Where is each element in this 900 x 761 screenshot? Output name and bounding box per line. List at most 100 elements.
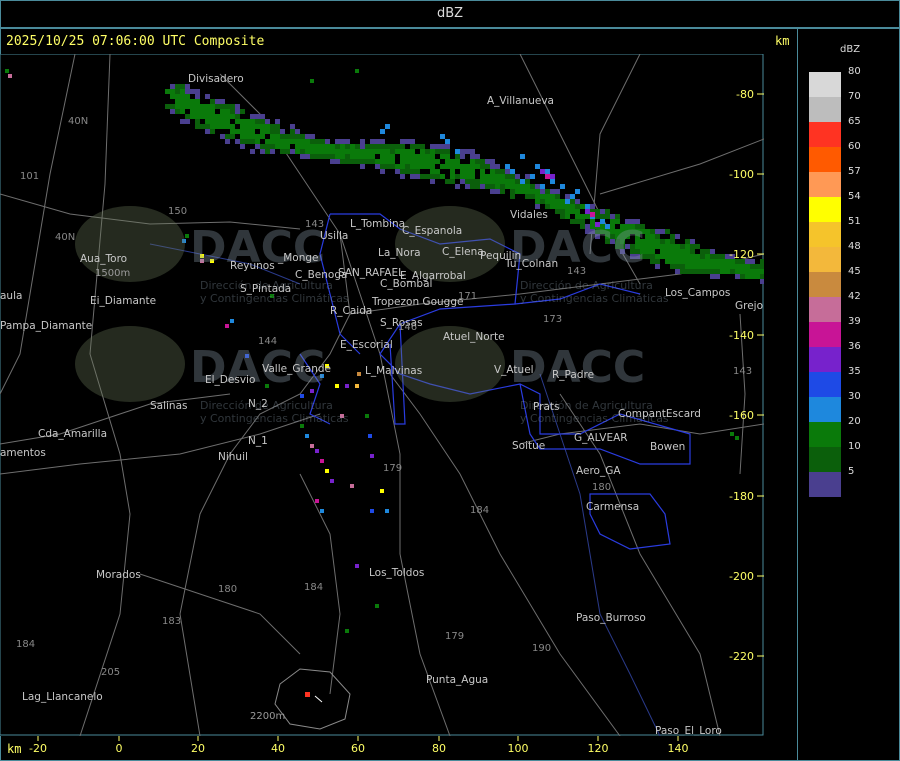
- echo-cell: [370, 154, 375, 159]
- echo-cell: [175, 104, 180, 109]
- svg-text:y Contingencias Climáticas: y Contingencias Climáticas: [200, 412, 349, 425]
- echo-cell: [495, 169, 500, 174]
- echo-cell: [170, 109, 175, 114]
- legend-swatch: [809, 72, 841, 97]
- echo-cell: [415, 174, 420, 179]
- echo-cell: [565, 194, 570, 199]
- echo-cell: [465, 184, 470, 189]
- echo-cell: [305, 149, 310, 154]
- legend-value: 60: [848, 141, 861, 152]
- echo-cell: [370, 159, 375, 164]
- echo-cell: [370, 509, 374, 513]
- place-label: Vidales: [510, 209, 548, 221]
- echo-cell: [300, 154, 305, 159]
- echo-cell: [425, 159, 430, 164]
- x-tick-label: 120: [588, 742, 609, 755]
- echo-cell: [670, 239, 675, 244]
- echo-cell: [485, 179, 490, 184]
- echo-cell: [680, 244, 685, 249]
- echo-cell: [440, 154, 445, 159]
- echo-cell: [665, 244, 670, 249]
- echo-cell: [715, 264, 720, 269]
- echo-cell: [380, 154, 385, 159]
- echo-cell: [445, 179, 450, 184]
- echo-cell: [670, 259, 675, 264]
- echo-cell: [400, 149, 405, 154]
- timestamp-header: 2025/10/25 07:06:00 UTC Composite: [6, 34, 265, 49]
- echo-cell: [430, 174, 435, 179]
- echo-cell: [585, 204, 590, 209]
- echo-cell: [420, 144, 425, 149]
- echo-cell: [270, 124, 275, 129]
- echo-cell: [245, 139, 250, 144]
- place-label: Paso_Burroso: [576, 612, 646, 624]
- echo-cell: [275, 129, 280, 134]
- echo-cell: [665, 254, 670, 259]
- echo-cell: [285, 134, 290, 139]
- legend-value: 42: [848, 291, 861, 302]
- echo-cell: [320, 144, 325, 149]
- echo-cell: [480, 164, 485, 169]
- echo-cell: [185, 89, 190, 94]
- echo-cell: [390, 159, 395, 164]
- radar-map[interactable]: DACC Dirección de Agricultura y Continge…: [0, 54, 764, 736]
- echo-cell: [185, 119, 190, 124]
- echo-cell: [650, 244, 655, 249]
- echo-cell: [720, 259, 725, 264]
- echo-cell: [420, 159, 425, 164]
- echo-cell: [310, 79, 314, 83]
- place-label: Tropezon Gougge: [371, 296, 463, 308]
- image-title: dBZ: [436, 6, 464, 21]
- place-label: Lag_Llancanelo: [22, 691, 103, 703]
- route-number: 143: [305, 219, 324, 230]
- echo-cell: [585, 214, 590, 219]
- echo-cell: [195, 109, 200, 114]
- legend-value: 45: [848, 266, 861, 277]
- echo-cell: [390, 164, 395, 169]
- echo-cell: [580, 204, 585, 209]
- place-label: Bowen: [650, 441, 685, 453]
- echo-cell: [710, 254, 715, 259]
- echo-cell: [470, 164, 475, 169]
- echo-cell: [655, 234, 660, 239]
- place-label: Carmensa: [586, 501, 639, 513]
- echo-cell: [405, 164, 410, 169]
- echo-cell: [235, 104, 240, 109]
- echo-cell: [360, 149, 365, 154]
- svg-text:y Contingencias Climáticas: y Contingencias Climáticas: [520, 292, 669, 305]
- echo-cell: [230, 114, 235, 119]
- legend-swatch: [809, 97, 841, 122]
- echo-cell: [525, 189, 530, 194]
- echo-cell: [500, 174, 505, 179]
- echo-cell: [505, 164, 510, 169]
- echo-cell: [510, 184, 515, 189]
- place-label: Tu_Colnan: [504, 258, 558, 270]
- echo-cell: [605, 214, 610, 219]
- echo-cell: [750, 274, 755, 279]
- echo-cell: [530, 174, 535, 179]
- echo-cell: [460, 169, 465, 174]
- echo-cell: [360, 139, 365, 144]
- echo-cell: [735, 264, 740, 269]
- echo-cell: [290, 134, 295, 139]
- echo-cell: [545, 169, 550, 174]
- echo-cell: [590, 204, 595, 209]
- echo-cell: [335, 139, 340, 144]
- echo-cell: [255, 119, 260, 124]
- echo-cell: [375, 159, 380, 164]
- echo-cell: [320, 139, 325, 144]
- echo-cell: [285, 149, 290, 154]
- echo-cell: [515, 184, 520, 189]
- echo-cell: [680, 269, 685, 274]
- echo-cell: [695, 269, 700, 274]
- echo-cell: [345, 384, 349, 388]
- echo-cell: [310, 154, 315, 159]
- echo-cell: [670, 244, 675, 249]
- echo-cell: [350, 484, 354, 488]
- echo-cell: [315, 139, 320, 144]
- x-tick-label: 60: [351, 742, 365, 755]
- place-label: Aero_GA: [576, 465, 621, 477]
- echo-cell: [655, 229, 660, 234]
- echo-cell: [380, 159, 385, 164]
- echo-cell: [340, 154, 345, 159]
